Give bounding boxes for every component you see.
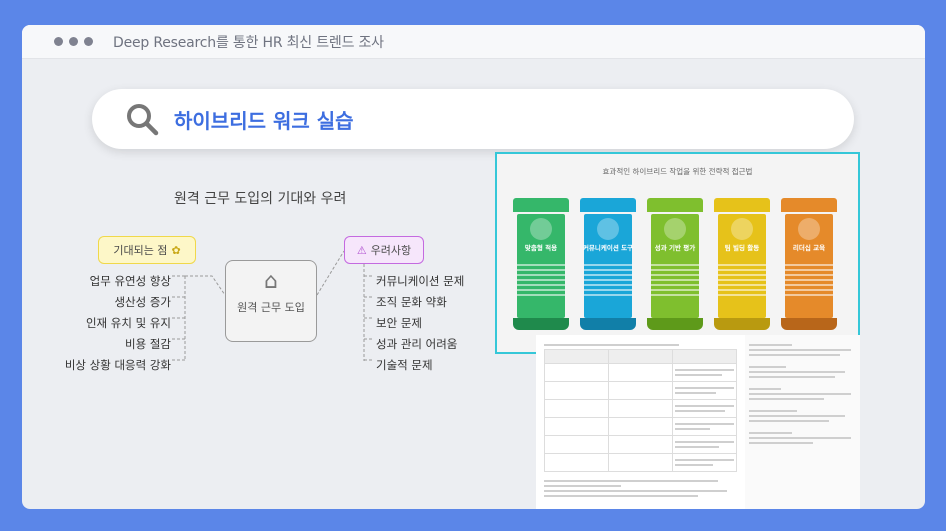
source-item[interactable] — [749, 388, 856, 400]
strategy-cards: 맞춤형 적용 커뮤니케이션 도구 성과 기반 평가 팀 빌딩 활동 리더십 교육 — [513, 198, 837, 330]
infographic-title: 효과적인 하이브리드 작업을 위한 전략적 접근법 — [602, 167, 753, 176]
concern-item: 성과 관리 어려움 — [376, 337, 458, 351]
card-top — [580, 198, 636, 212]
concerns-label: 우려사항 — [370, 244, 412, 257]
card-top — [781, 198, 837, 212]
strategy-card: 리더십 교육 — [781, 198, 837, 330]
card-foot — [580, 318, 636, 330]
source-item[interactable] — [749, 410, 856, 422]
document-preview[interactable] — [536, 335, 745, 509]
card-description — [785, 264, 833, 298]
concern-item: 보안 문제 — [376, 316, 422, 330]
concern-item: 조직 문화 약화 — [376, 295, 447, 309]
strategy-icon — [731, 218, 753, 240]
card-description — [517, 264, 565, 298]
warning-icon: ⚠ — [356, 243, 367, 257]
card-top — [513, 198, 569, 212]
expectation-item: 인재 유치 및 유지 — [85, 316, 171, 330]
expectations-list: 업무 유연성 향상 생산성 증가 인재 유치 및 유지 비용 절감 비상 상황 … — [65, 271, 171, 376]
concern-item: 커뮤니케이션 문제 — [376, 274, 465, 288]
sources-sidebar[interactable] — [745, 335, 860, 509]
source-item[interactable] — [749, 366, 856, 378]
source-item[interactable] — [749, 344, 856, 356]
card-foot — [781, 318, 837, 330]
expectation-item: 비상 상황 대응력 강화 — [64, 358, 171, 372]
card-top — [714, 198, 770, 212]
expectation-item: 생산성 증가 — [114, 295, 171, 309]
browser-window: Deep Research를 통한 HR 최신 트렌드 조사 하이브리드 워크 … — [22, 25, 925, 509]
concerns-node: ⚠ 우려사항 — [344, 236, 424, 264]
mindmap-center-node: ⌂ 원격 근무 도입 — [225, 260, 317, 342]
card-heading: 팀 빌딩 활동 — [724, 244, 760, 252]
card-description — [651, 264, 699, 298]
strategy-card: 커뮤니케이션 도구 — [580, 198, 636, 330]
card-foot — [647, 318, 703, 330]
card-description — [584, 264, 632, 298]
card-heading: 커뮤니케이션 도구 — [582, 244, 634, 252]
expectations-node: 기대되는 점 ✿ — [98, 236, 196, 264]
card-top — [647, 198, 703, 212]
card-foot — [714, 318, 770, 330]
card-heading: 맞춤형 적용 — [524, 244, 558, 252]
concern-item: 기술적 문제 — [376, 358, 433, 372]
strategy-card: 성과 기반 평가 — [647, 198, 703, 330]
person-desk-icon: ⌂ — [264, 269, 278, 294]
expectations-label: 기대되는 점 — [113, 244, 168, 257]
strategy-icon — [597, 218, 619, 240]
handshake-icon: ✿ — [171, 243, 181, 257]
card-heading: 리더십 교육 — [792, 244, 826, 252]
strategy-card: 팀 빌딩 활동 — [714, 198, 770, 330]
expectation-item: 비용 절감 — [125, 337, 171, 351]
center-label: 원격 근무 도입 — [237, 301, 305, 314]
card-foot — [513, 318, 569, 330]
strategy-icon — [798, 218, 820, 240]
strategy-icon — [530, 218, 552, 240]
strategy-infographic[interactable]: 효과적인 하이브리드 작업을 위한 전략적 접근법 맞춤형 적용 커뮤니케이션 도… — [495, 152, 860, 354]
concerns-list: 커뮤니케이션 문제 조직 문화 약화 보안 문제 성과 관리 어려움 기술적 문… — [376, 271, 464, 376]
comparison-table — [544, 349, 737, 472]
card-description — [718, 264, 766, 298]
strategy-icon — [664, 218, 686, 240]
strategy-card: 맞춤형 적용 — [513, 198, 569, 330]
card-heading: 성과 기반 평가 — [654, 244, 696, 252]
expectation-item: 업무 유연성 향상 — [89, 274, 171, 288]
source-item[interactable] — [749, 432, 856, 444]
